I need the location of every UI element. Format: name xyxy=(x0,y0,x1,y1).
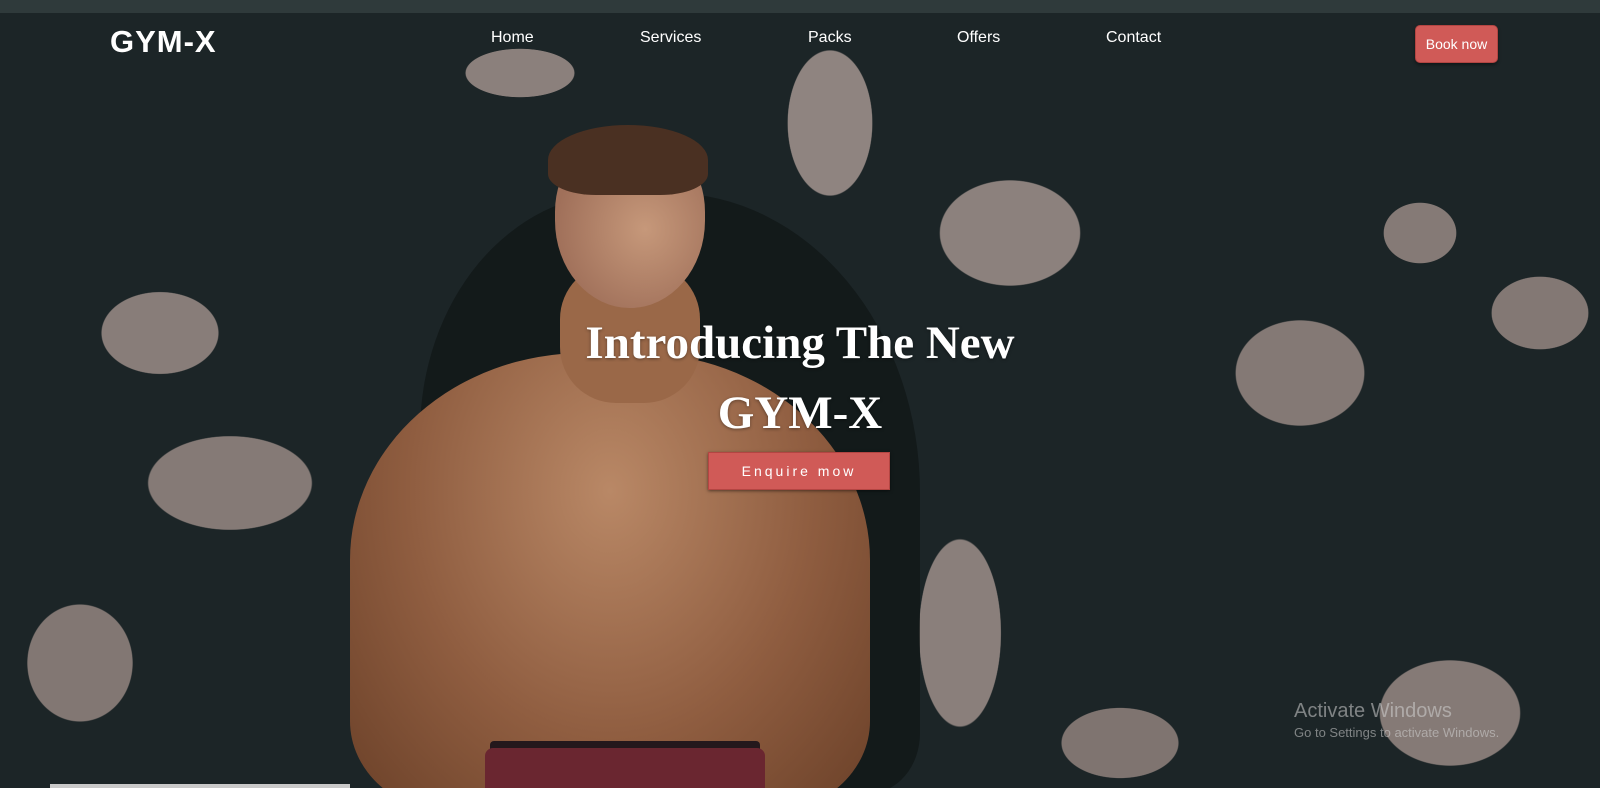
book-now-button[interactable]: Book now xyxy=(1415,25,1498,63)
nav-packs-link[interactable]: Packs xyxy=(808,29,852,47)
watermark-title: Activate Windows xyxy=(1294,700,1452,722)
browser-top-strip xyxy=(0,0,1600,13)
main-nav: Home Services Packs Offers Contact xyxy=(0,29,1600,51)
hero-headline-line1: Introducing The New xyxy=(585,317,1015,369)
nav-home-link[interactable]: Home xyxy=(491,29,534,47)
nav-contact-link[interactable]: Contact xyxy=(1106,29,1161,47)
enquire-now-button[interactable]: Enquire mow xyxy=(708,452,890,490)
hero-headline-line2: GYM-X xyxy=(717,387,883,439)
model-hair xyxy=(548,125,708,195)
nav-services-link[interactable]: Services xyxy=(640,29,701,47)
nav-offers-link[interactable]: Offers xyxy=(957,29,1000,47)
hero-headline: Introducing The New GYM-X xyxy=(400,308,1200,448)
model-shorts xyxy=(485,748,765,788)
horizontal-scrollbar[interactable] xyxy=(50,784,350,788)
watermark-subtitle: Go to Settings to activate Windows. xyxy=(1294,725,1500,740)
windows-activation-watermark: Activate Windows Go to Settings to activ… xyxy=(1294,700,1499,740)
